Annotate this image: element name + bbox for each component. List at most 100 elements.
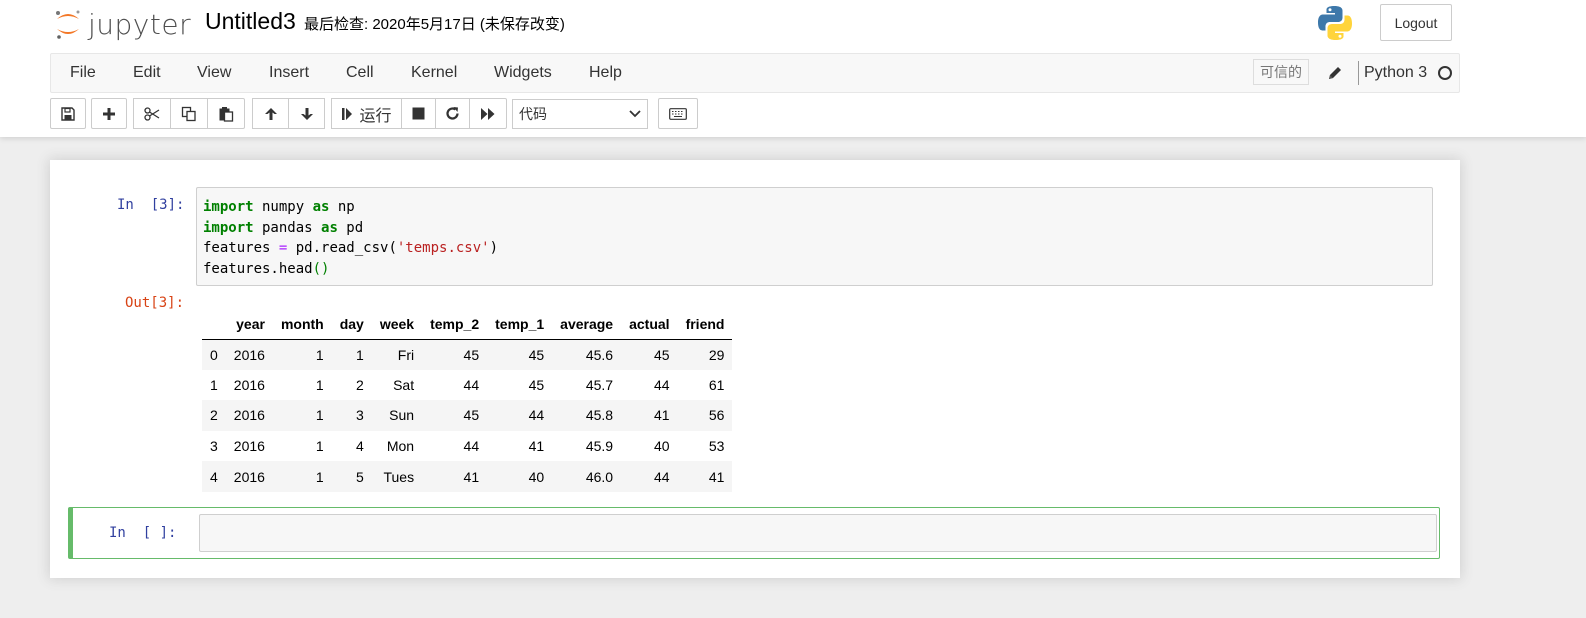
- jupyter-logo[interactable]: jupyter: [54, 6, 191, 42]
- table-cell: 53: [708, 438, 725, 455]
- trusted-indicator[interactable]: 可信的: [1253, 59, 1309, 85]
- menu-insert[interactable]: Insert: [269, 64, 309, 82]
- column-header: year: [225, 309, 273, 340]
- header: jupyter Untitled3 最后检查: 2020年5月17日 (未保存改…: [0, 0, 1586, 137]
- input-prompt: In [ ]:: [109, 525, 177, 541]
- code-keyword: as: [312, 199, 330, 215]
- table-cell: 1: [272, 339, 332, 370]
- checkpoint-status: 最后检查: 2020年5月17日 (未保存改变): [304, 16, 565, 33]
- menu-kernel[interactable]: Kernel: [411, 64, 457, 82]
- dataframe-table: year month day week temp_2 temp_1 average actua…: [202, 309, 733, 492]
- kernel-name[interactable]: Python 3: [1364, 64, 1427, 82]
- move-down-button[interactable]: [288, 98, 325, 129]
- table-row: 4 2016 1 5 Tues 41 40 46.0 44 41: [202, 461, 733, 492]
- save-button[interactable]: [50, 98, 86, 129]
- table-cell: 44: [653, 376, 670, 393]
- table-cell: 61: [708, 376, 725, 393]
- paste-button[interactable]: [207, 98, 245, 129]
- table-cell: 41: [422, 461, 488, 492]
- column-header: temp_1: [487, 309, 553, 340]
- table-cell: 44: [621, 461, 678, 492]
- table-cell: 56: [677, 400, 733, 431]
- row-index: 3: [210, 438, 218, 455]
- cut-button[interactable]: [133, 98, 171, 129]
- kernel-idle-icon: [1438, 66, 1452, 80]
- table-cell: 45.6: [552, 339, 622, 370]
- row-index: 4: [202, 461, 226, 492]
- plus-icon: [103, 107, 115, 120]
- table-cell: 5: [331, 461, 372, 492]
- interrupt-kernel-button[interactable]: [401, 98, 436, 129]
- code-text: pd: [337, 219, 364, 236]
- code-editor[interactable]: [199, 514, 1437, 552]
- notebook-title[interactable]: Untitled3: [205, 8, 296, 35]
- table-cell: Sun: [371, 400, 423, 431]
- index-header: [202, 309, 226, 340]
- menu-cell[interactable]: Cell: [346, 64, 374, 82]
- row-index: 1: [210, 376, 218, 393]
- code-string: 'temps.csv': [396, 240, 490, 256]
- table-cell: 45.9: [585, 438, 614, 455]
- code-editor[interactable]: import numpy as np import pandas as pd f…: [196, 187, 1433, 286]
- move-up-button[interactable]: [252, 98, 289, 129]
- table-cell: Fri: [371, 339, 423, 370]
- run-label: 运行: [359, 107, 392, 125]
- step-forward-icon: [342, 107, 353, 120]
- code-text: ): [489, 240, 499, 256]
- table-cell: 41: [528, 438, 545, 455]
- code-text: features.head: [203, 260, 313, 277]
- command-palette-button[interactable]: [658, 98, 698, 129]
- code-text: np: [329, 199, 355, 215]
- selected-code-cell[interactable]: In [ ]:: [68, 507, 1440, 559]
- save-icon: [61, 106, 75, 121]
- menu-file[interactable]: File: [70, 64, 96, 82]
- restart-kernel-button[interactable]: [435, 98, 470, 129]
- run-button[interactable]: 运行: [331, 98, 402, 129]
- table-cell: 1: [315, 376, 324, 393]
- table-cell: 2016: [225, 339, 273, 370]
- code-text: numpy: [253, 199, 313, 215]
- row-index: 0: [202, 339, 226, 370]
- chevron-down-icon: [629, 110, 641, 118]
- scissors-icon: [144, 106, 160, 121]
- code-keyword: as: [321, 219, 338, 236]
- table-row: 3 2016 1 4 Mon 44 41 45.9 40 53: [202, 431, 732, 462]
- logout-button[interactable]: Logout: [1380, 4, 1452, 41]
- column-header: temp_2: [422, 309, 488, 340]
- table-cell: 1: [315, 438, 324, 455]
- table-cell: 40: [653, 438, 670, 455]
- insert-cell-button[interactable]: [91, 98, 127, 129]
- table-cell: 1: [272, 461, 332, 492]
- table-cell: 3: [331, 400, 372, 431]
- menu-view[interactable]: View: [197, 64, 231, 82]
- table-cell: 44: [487, 400, 553, 431]
- python-logo-icon: [1318, 6, 1352, 40]
- table-cell: 2: [356, 376, 364, 393]
- table-cell: 4: [356, 438, 364, 455]
- restart-run-all-button[interactable]: [469, 98, 507, 129]
- pencil-icon[interactable]: [1326, 64, 1344, 82]
- cell-type-select[interactable]: 代码: [512, 99, 648, 129]
- arrow-up-icon: [264, 107, 277, 120]
- column-header: week: [371, 309, 423, 340]
- stop-icon: [412, 107, 425, 120]
- output-prompt: Out[3]:: [125, 295, 185, 311]
- table-cell: 45.8: [552, 400, 622, 431]
- menu-widgets[interactable]: Widgets: [494, 64, 552, 82]
- menu-help[interactable]: Help: [589, 64, 622, 82]
- table-cell: 41: [677, 461, 733, 492]
- code-line: features.head(): [203, 259, 1426, 280]
- copy-button[interactable]: [170, 98, 208, 129]
- refresh-icon: [446, 107, 459, 120]
- table-cell: Mon: [386, 438, 415, 455]
- row-index: 2: [202, 400, 226, 431]
- table-cell: 2016: [225, 461, 273, 492]
- menu-edit[interactable]: Edit: [133, 64, 161, 82]
- kernel-separator: [1358, 61, 1359, 85]
- table-cell: 45.7: [585, 376, 614, 393]
- table-cell: 29: [677, 339, 733, 370]
- code-text: pd.read_csv(: [287, 240, 397, 256]
- table-cell: 1: [331, 339, 372, 370]
- menubar: File Edit View Insert Cell Kernel Widget…: [50, 53, 1460, 93]
- table-cell: 2016: [225, 400, 273, 431]
